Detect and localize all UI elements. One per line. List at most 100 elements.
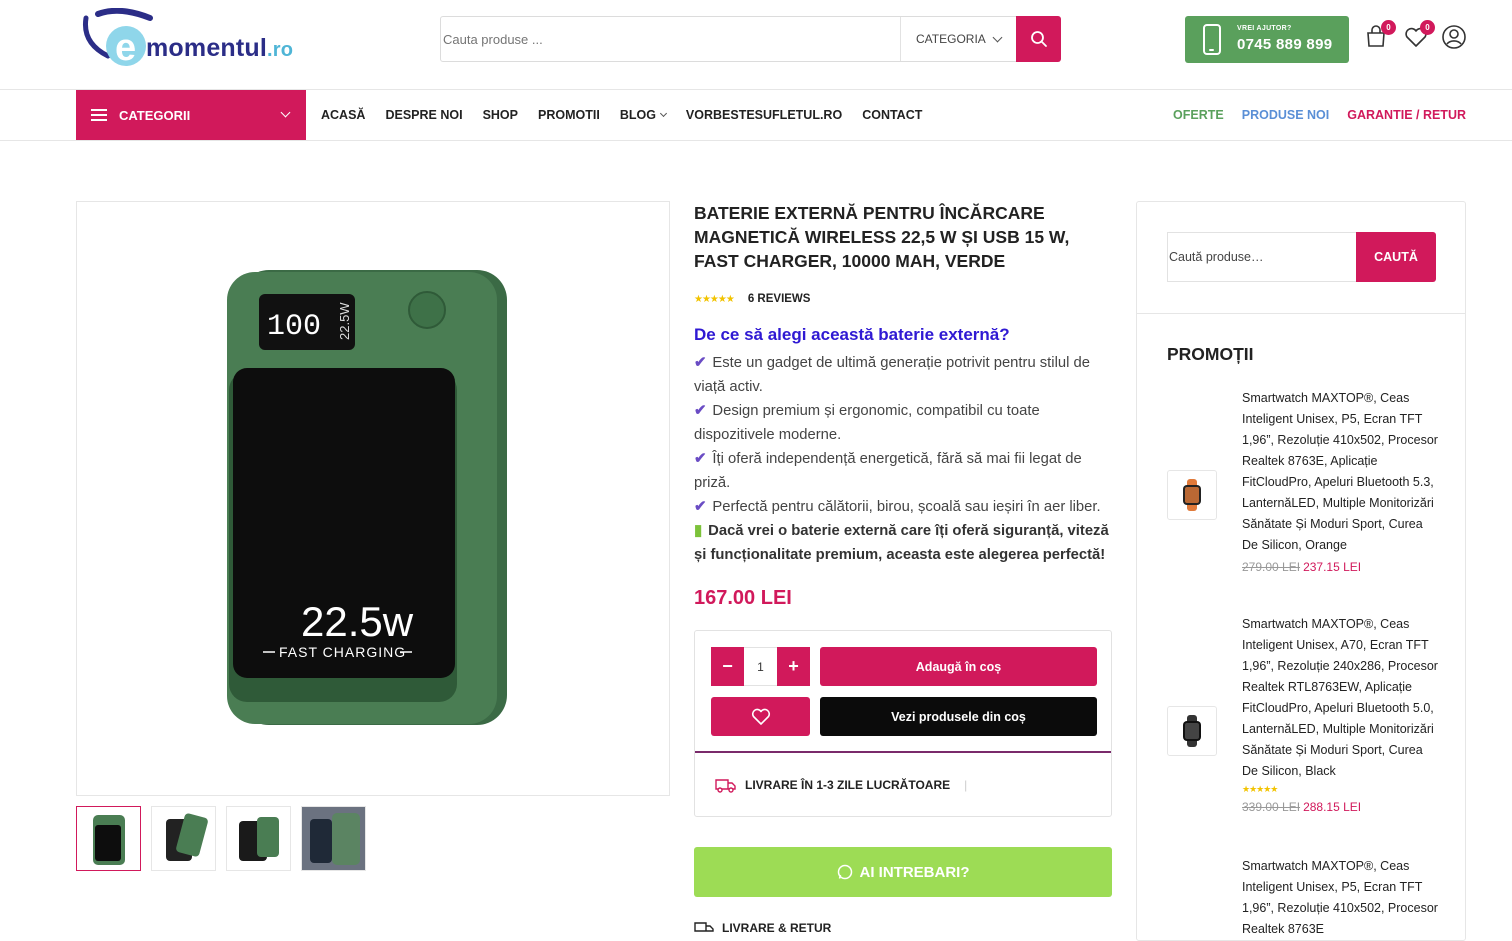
quantity-increase-button[interactable]: +: [777, 647, 810, 686]
site-header: e momentul.ro CATEGORIA VREI AJUTOR? 074…: [0, 0, 1512, 90]
closing-statement: ▮ Dacă vrei o baterie externă care îți of…: [694, 519, 1114, 567]
user-icon: [1442, 25, 1466, 49]
nav-item-vorbestesufletul[interactable]: VORBESTESUFLETUL.RO: [686, 108, 842, 122]
nav-link-garantie-retur[interactable]: GARANTIE / RETUR: [1347, 108, 1466, 122]
cart-button[interactable]: 0: [1364, 20, 1396, 50]
whatsapp-icon: [837, 864, 852, 880]
promo-new-price: 288.15 LEI: [1303, 800, 1362, 814]
separator: |: [964, 778, 968, 792]
sidebar-search-input[interactable]: Caută produse…: [1167, 232, 1357, 282]
product-rating[interactable]: ★★★★★ 6 REVIEWS: [694, 293, 1114, 305]
benefit-text: Perfectă pentru călătorii, birou, școală…: [712, 499, 1101, 515]
rating-stars-icon: ★★★★★: [694, 293, 735, 305]
chevron-down-icon: [992, 32, 1003, 42]
image-badge-text: 22.5W: [337, 302, 352, 340]
image-display-text: 100: [267, 310, 321, 344]
promo-price: 339.00 LEI 288.15 LEI: [1242, 797, 1442, 818]
thumbnail-image: [302, 807, 365, 870]
divider: [695, 751, 1111, 753]
image-caption-text: FAST CHARGING: [279, 644, 406, 660]
checkmark-icon: ✔: [694, 451, 707, 467]
nav-link-produse-noi[interactable]: PRODUSE NOI: [1242, 108, 1330, 122]
nav-item-shop[interactable]: SHOP: [483, 108, 518, 122]
benefit-item: ✔ Perfectă pentru călătorii, birou, școal…: [694, 495, 1114, 519]
menu-links: ACASĂ DESPRE NOI SHOP PROMOTII BLOG VORB…: [321, 90, 942, 140]
whatsapp-questions-button[interactable]: AI INTREBARI?: [694, 847, 1112, 897]
nav-right-links: OFERTE PRODUSE NOI GARANTIE / RETUR: [1155, 90, 1466, 140]
promo-thumbnail[interactable]: [1167, 706, 1217, 756]
account-button[interactable]: [1441, 24, 1467, 50]
promotions-title: PROMOȚII: [1167, 344, 1254, 364]
wishlist-button[interactable]: 0: [1403, 20, 1435, 50]
phone-icon: [1203, 24, 1221, 55]
nav-item-blog[interactable]: BLOG: [620, 108, 667, 122]
benefit-text: Îți oferă independență energetică, fără …: [694, 451, 1082, 491]
promo-name[interactable]: Smartwatch MAXTOP®, Ceas Inteligent Unis…: [1242, 614, 1442, 782]
benefit-item: ✔ Este un gadget de ultimă generație potr…: [694, 351, 1114, 399]
quantity-input[interactable]: 1: [744, 647, 777, 686]
promo-new-price: 237.15 LEI: [1303, 560, 1362, 574]
add-to-cart-button[interactable]: Adaugă în coș: [820, 647, 1097, 686]
thumbnail-image: [93, 815, 125, 865]
checkmark-icon: ✔: [694, 355, 707, 371]
image-watt-text: 22.5w: [301, 598, 414, 645]
add-to-cart-box: − 1 + Adaugă în coș Vezi produsele din c…: [694, 630, 1112, 817]
categories-toggle[interactable]: CATEGORII: [76, 90, 306, 140]
category-select[interactable]: CATEGORIA: [900, 17, 1016, 61]
checkmark-icon: ✔: [694, 499, 707, 515]
view-cart-button[interactable]: Vezi produsele din coș: [820, 697, 1097, 736]
thumbnail-4[interactable]: [301, 806, 366, 871]
whatsapp-label: AI INTREBARI?: [859, 863, 970, 881]
benefits-list: ✔ Este un gadget de ultimă generație potr…: [694, 351, 1114, 567]
category-select-label: CATEGORIA: [916, 32, 986, 46]
logo-tld: .ro: [267, 39, 294, 61]
nav-item-despre-noi[interactable]: DESPRE NOI: [385, 108, 462, 122]
why-heading: De ce să alegi această baterie externă?: [694, 325, 1010, 344]
checkmark-icon: ✔: [694, 403, 707, 419]
truck-icon: [694, 922, 714, 932]
watch-image: [1183, 479, 1201, 511]
promo-thumbnail[interactable]: [1167, 470, 1217, 520]
search-input[interactable]: [441, 17, 899, 61]
thumbnail-3[interactable]: [226, 806, 291, 871]
power-bank-image: 100 22.5W 22.5w FAST CHARGING: [227, 270, 507, 725]
product-main-image[interactable]: 100 22.5W 22.5w FAST CHARGING: [97, 222, 650, 775]
search-button[interactable]: [1016, 16, 1061, 62]
cart-count-badge: 0: [1381, 20, 1396, 35]
delivery-info: LIVRARE ÎN 1-3 ZILE LUCRĂTOARE |: [715, 777, 967, 793]
product-price: 167.00 LEI: [694, 587, 792, 609]
battery-icon: ▮: [694, 523, 703, 539]
nav-item-contact[interactable]: CONTACT: [862, 108, 922, 122]
menu-icon: [91, 109, 107, 121]
benefit-text: Design premium și ergonomic, compatibil …: [694, 403, 1040, 443]
promo-price: 279.00 LEI 237.15 LEI: [1242, 557, 1442, 578]
reviews-count: 6 REVIEWS: [747, 293, 811, 305]
thumbnail-image: [239, 817, 279, 861]
watch-image: [1183, 715, 1201, 747]
thumbnail-2[interactable]: [151, 806, 216, 871]
promo-name[interactable]: Smartwatch MAXTOP®, Ceas Inteligent Unis…: [1242, 388, 1442, 556]
product-thumbnails: [76, 806, 376, 871]
nav-item-acasa[interactable]: ACASĂ: [321, 108, 365, 122]
promo-name[interactable]: Smartwatch MAXTOP®, Ceas Inteligent Unis…: [1242, 856, 1442, 940]
categories-label: CATEGORII: [119, 107, 191, 123]
help-label: VREI AJUTOR?: [1237, 25, 1292, 32]
thumbnail-image: [166, 813, 208, 861]
returns-info[interactable]: LIVRARE & RETUR: [694, 921, 831, 935]
site-logo[interactable]: e momentul.ro: [80, 7, 320, 70]
thumbnail-1[interactable]: [76, 806, 141, 871]
nav-link-oferte[interactable]: OFERTE: [1173, 108, 1224, 122]
help-phone-box[interactable]: VREI AJUTOR? 0745 889 899: [1185, 16, 1349, 63]
quantity-decrease-button[interactable]: −: [711, 647, 744, 686]
benefit-item: ✔ Îți oferă independență energetică, fără…: [694, 447, 1114, 495]
sidebar-search-button[interactable]: CAUTĂ: [1356, 232, 1436, 282]
add-to-wishlist-button[interactable]: [711, 697, 810, 736]
closing-text: Dacă vrei o baterie externă care îți ofe…: [694, 523, 1109, 563]
logo-main: momentul: [146, 34, 268, 62]
product-title: Baterie externă pentru încărcare magneti…: [694, 203, 1070, 271]
promo-info: Smartwatch MAXTOP®, Ceas Inteligent Unis…: [1242, 614, 1442, 818]
sidebar: Caută produse… CAUTĂ PROMOȚII Smartwatch…: [1136, 201, 1466, 941]
truck-icon: [715, 779, 736, 793]
nav-item-promotii[interactable]: PROMOTII: [538, 108, 600, 122]
header-search: CATEGORIA: [440, 16, 1061, 62]
